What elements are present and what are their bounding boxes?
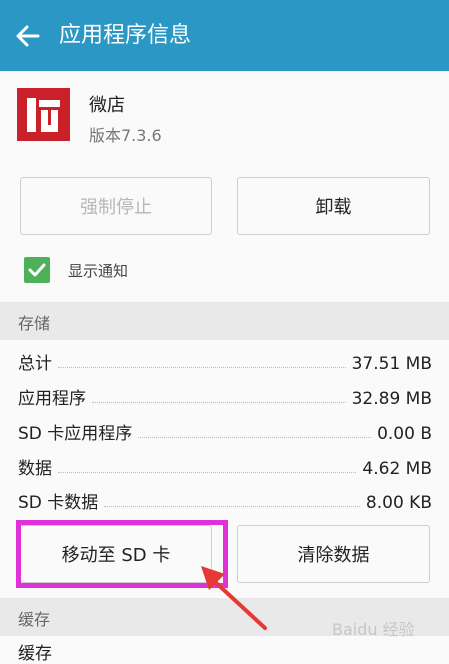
- storage-row-label: SD 卡数据: [18, 493, 99, 513]
- storage-row-sd-app: SD 卡应用程序 0.00 B: [18, 410, 432, 444]
- app-logo: [17, 88, 70, 141]
- dotted-leader: [58, 367, 346, 368]
- app-bar: 应用程序信息: [0, 0, 449, 71]
- cache-row-label: 缓存: [18, 644, 52, 664]
- storage-row-total: 总计 37.51 MB: [18, 340, 432, 374]
- storage-row-label: 总计: [18, 354, 52, 374]
- storage-row-label: 数据: [18, 459, 52, 479]
- app-name: 微店: [89, 95, 125, 116]
- dotted-leader: [92, 402, 346, 403]
- storage-row-sd-data: SD 卡数据 8.00 KB: [18, 479, 432, 513]
- storage-row-data: 数据 4.62 MB: [18, 445, 432, 479]
- app-version: 版本7.3.6: [89, 126, 162, 145]
- storage-row-value: 8.00 KB: [365, 493, 432, 513]
- force-stop-button[interactable]: 强制停止: [20, 177, 212, 235]
- storage-row-value: 32.89 MB: [351, 389, 432, 409]
- storage-row-label: SD 卡应用程序: [18, 424, 133, 444]
- app-info-header: 微店 版本7.3.6: [0, 71, 449, 155]
- check-icon: [28, 263, 46, 277]
- red-arrow-icon: [201, 566, 267, 630]
- storage-row-app: 应用程序 32.89 MB: [18, 375, 432, 409]
- storage-row-value: 4.62 MB: [362, 459, 432, 479]
- show-notification-label: 显示通知: [68, 262, 129, 280]
- app-logo-icon: [17, 88, 70, 141]
- back-arrow-icon[interactable]: [10, 18, 46, 54]
- dotted-leader: [58, 472, 357, 473]
- cache-header-label: 缓存: [18, 610, 51, 629]
- storage-row-value: 0.00 B: [377, 424, 432, 444]
- watermark: Baidu 经验: [332, 610, 442, 640]
- storage-row-value: 37.51 MB: [351, 354, 432, 374]
- storage-row-label: 应用程序: [18, 389, 86, 409]
- dotted-leader: [138, 437, 372, 438]
- storage-section-header: 存储: [0, 302, 449, 340]
- watermark-text: Baidu 经验: [332, 620, 415, 639]
- uninstall-button[interactable]: 卸载: [237, 177, 430, 235]
- show-notification-checkbox[interactable]: [24, 257, 50, 283]
- show-notification-row[interactable]: 显示通知: [24, 257, 224, 285]
- dotted-leader: [104, 506, 360, 507]
- page-title: 应用程序信息: [59, 23, 192, 48]
- storage-header-label: 存储: [18, 314, 51, 333]
